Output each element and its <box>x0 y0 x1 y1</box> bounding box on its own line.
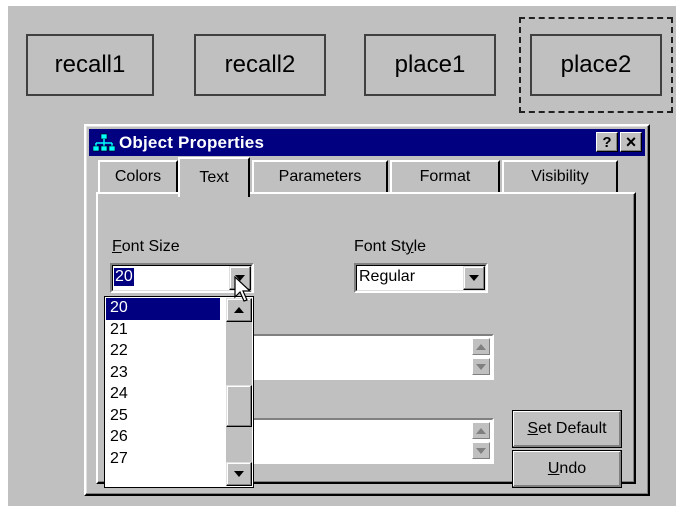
chevron-down-icon <box>476 363 486 370</box>
font-size-option[interactable]: 22 <box>106 341 220 363</box>
tab-text[interactable]: Text <box>178 157 250 197</box>
place1-object[interactable]: place1 <box>364 34 496 96</box>
place1-label: place1 <box>394 51 466 78</box>
font-style-label: Font Style <box>354 238 427 255</box>
help-button[interactable]: ? <box>596 132 618 152</box>
tab-colors-label: Colors <box>114 168 162 185</box>
font-size-option[interactable]: 21 <box>106 320 220 342</box>
undo-label: Undo <box>547 460 587 477</box>
tab-visibility[interactable]: Visibility <box>502 160 618 192</box>
help-icon: ? <box>602 133 612 151</box>
chevron-up-icon <box>476 427 486 434</box>
chevron-up-icon <box>476 343 486 350</box>
font-size-option[interactable]: 27 <box>106 449 220 471</box>
close-icon: × <box>625 131 637 152</box>
font-size-combo[interactable]: 20 <box>110 263 254 293</box>
scroll-thumb[interactable] <box>226 385 252 427</box>
undo-button[interactable]: Undo <box>512 450 622 488</box>
recall1-object[interactable]: recall1 <box>26 34 154 96</box>
recall1-label: recall1 <box>54 51 126 78</box>
font-style-dropdown-button[interactable] <box>463 266 485 290</box>
font-size-option[interactable]: 20 <box>106 298 220 320</box>
tab-format[interactable]: Format <box>390 160 500 192</box>
set-default-label: Set Default <box>527 420 607 437</box>
font-size-option[interactable]: 26 <box>106 427 220 449</box>
scroll-down-button[interactable] <box>226 462 252 486</box>
font-size-option[interactable]: 23 <box>106 363 220 385</box>
chevron-down-icon <box>469 275 479 281</box>
tab-parameters-label: Parameters <box>278 168 362 185</box>
set-default-button[interactable]: Set Default <box>512 410 622 448</box>
tab-colors[interactable]: Colors <box>98 160 178 192</box>
object-properties-icon <box>92 133 116 153</box>
place2-label: place2 <box>560 51 632 78</box>
dialog-titlebar[interactable]: Object Properties ? × <box>89 129 645 156</box>
spin-up-button[interactable] <box>472 422 490 439</box>
tab-visibility-label: Visibility <box>531 168 589 185</box>
recall2-label: recall2 <box>224 51 296 78</box>
font-size-option[interactable]: 24 <box>106 384 220 406</box>
spin-down-button[interactable] <box>472 358 490 375</box>
dialog-title: Object Properties <box>119 132 265 152</box>
tab-text-label: Text <box>199 169 229 186</box>
mouse-cursor-icon <box>234 276 252 302</box>
font-style-combo[interactable]: Regular <box>354 263 488 293</box>
font-size-label: Font Size <box>112 238 180 255</box>
dropdown-scrollbar[interactable] <box>226 298 252 486</box>
close-button[interactable]: × <box>620 132 642 152</box>
font-size-option[interactable]: 25 <box>106 406 220 428</box>
chevron-down-icon <box>234 471 244 477</box>
place2-object[interactable]: place2 <box>530 34 662 96</box>
font-size-options: 20 21 22 23 24 25 26 27 <box>106 298 220 470</box>
font-size-value[interactable]: 20 <box>114 268 134 286</box>
font-style-value: Regular <box>359 268 416 285</box>
chevron-down-icon <box>476 447 486 454</box>
font-size-dropdown-list[interactable]: 20 21 22 23 24 25 26 27 <box>104 296 254 488</box>
tab-format-label: Format <box>419 168 471 185</box>
chevron-up-icon <box>234 307 244 313</box>
spin-down-button[interactable] <box>472 442 490 459</box>
tab-parameters[interactable]: Parameters <box>252 160 388 192</box>
spin-up-button[interactable] <box>472 338 490 355</box>
recall2-object[interactable]: recall2 <box>194 34 326 96</box>
canvas[interactable]: recall1 recall2 place1 place2 Object Pro… <box>8 6 676 506</box>
